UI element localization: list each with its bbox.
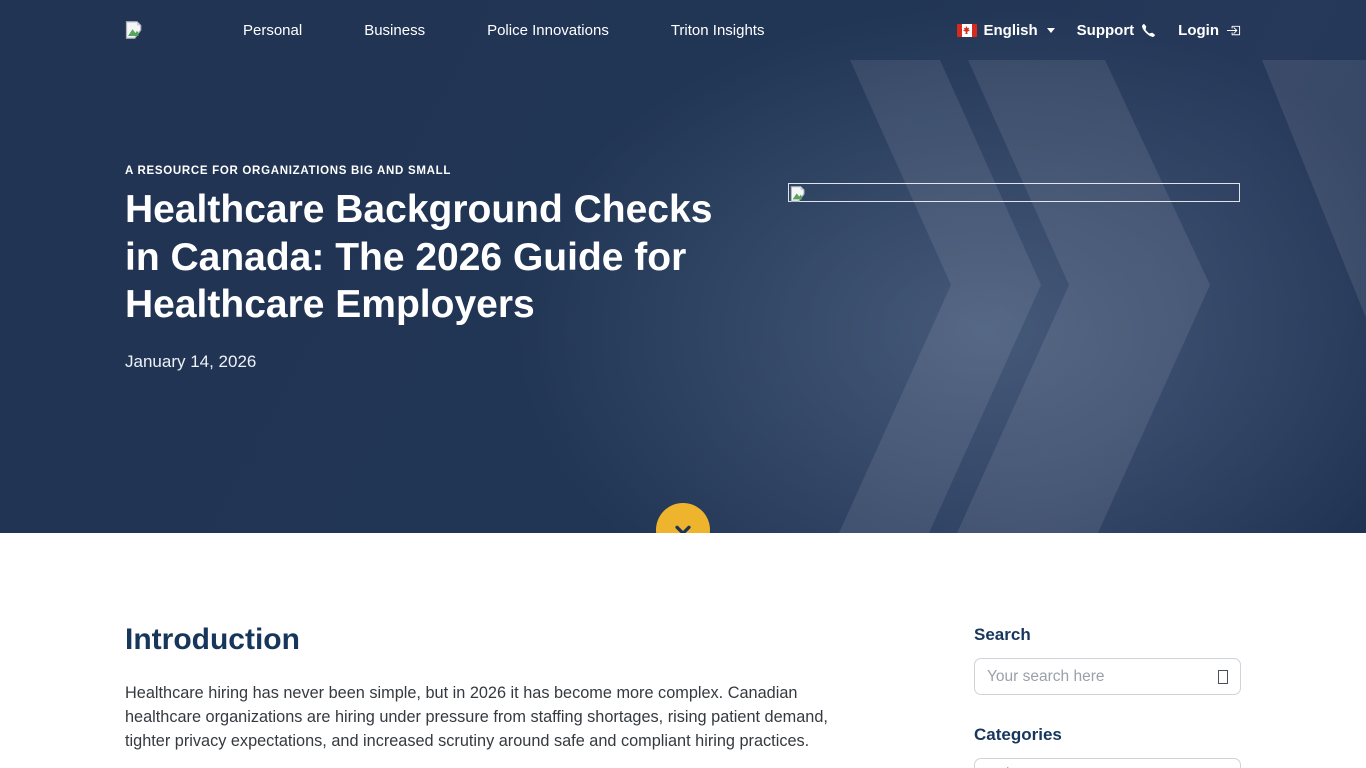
categories-select[interactable]: Select Category: [974, 758, 1241, 768]
page: Personal Business Police Innovations Tri…: [0, 0, 1366, 768]
primary-nav: Personal Business Police Innovations Tri…: [243, 22, 764, 39]
language-selector[interactable]: English: [957, 22, 1055, 39]
navbar: Personal Business Police Innovations Tri…: [0, 0, 1366, 60]
nav-item-police-innovations[interactable]: Police Innovations: [487, 22, 609, 39]
language-label: English: [984, 22, 1038, 39]
phone-icon: [1141, 23, 1156, 38]
search-input[interactable]: [987, 668, 1218, 686]
hero-section: Personal Business Police Innovations Tri…: [0, 0, 1366, 533]
search-box: [974, 658, 1241, 695]
content-section: Introduction Healthcare hiring has never…: [0, 533, 1366, 768]
nav-item-triton-insights[interactable]: Triton Insights: [671, 22, 765, 39]
article-paragraph: Healthcare hiring has never been simple,…: [125, 681, 835, 753]
navbar-utilities: English Support Login: [957, 22, 1242, 39]
chevron-down-icon: [1047, 28, 1055, 33]
sidebar: Search Categories Select Category: [974, 533, 1241, 768]
sign-in-icon: [1226, 23, 1241, 38]
login-link[interactable]: Login: [1178, 22, 1241, 39]
publish-date: January 14, 2026: [125, 352, 1241, 372]
categories-heading: Categories: [974, 725, 1241, 745]
nav-item-business[interactable]: Business: [364, 22, 425, 39]
site-logo-broken-image-icon[interactable]: [125, 20, 143, 40]
section-heading: Introduction: [125, 623, 855, 657]
chevron-down-icon: [670, 517, 696, 533]
canada-flag-icon: [957, 24, 977, 37]
search-icon[interactable]: [1218, 670, 1228, 684]
article: Introduction Healthcare hiring has never…: [125, 533, 855, 768]
nav-item-personal[interactable]: Personal: [243, 22, 302, 39]
page-title: Healthcare Background Checks in Canada: …: [125, 186, 715, 329]
search-heading: Search: [974, 625, 1241, 645]
login-label: Login: [1178, 22, 1219, 39]
support-label: Support: [1077, 22, 1135, 39]
hero-eyebrow: A RESOURCE FOR ORGANIZATIONS BIG AND SMA…: [125, 165, 1241, 177]
support-link[interactable]: Support: [1077, 22, 1157, 39]
hero-content: A RESOURCE FOR ORGANIZATIONS BIG AND SMA…: [113, 165, 1253, 372]
